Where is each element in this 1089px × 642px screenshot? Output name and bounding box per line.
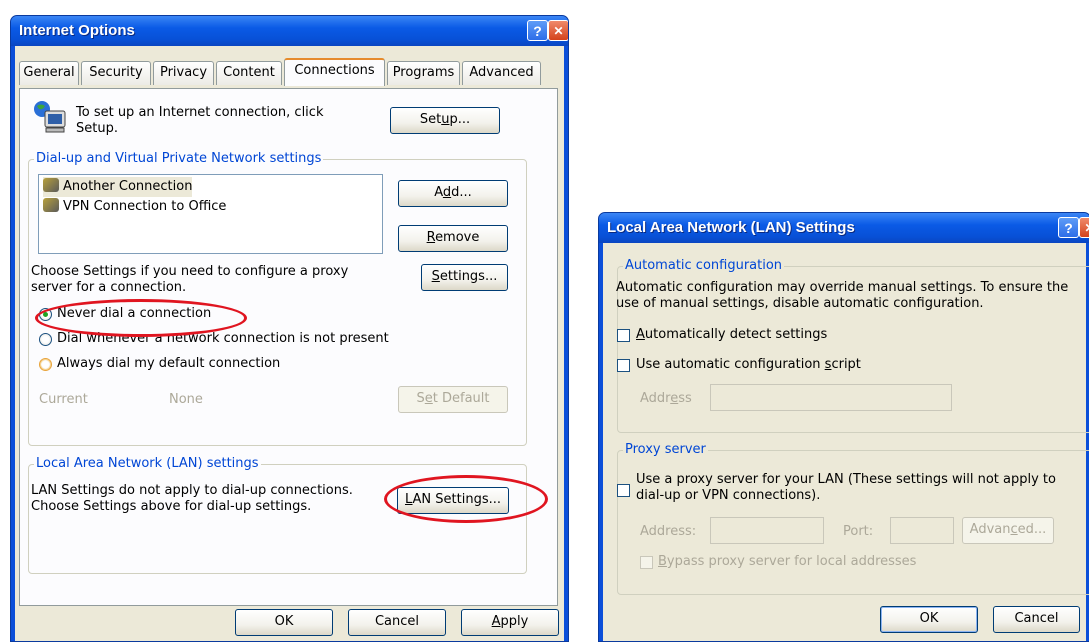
bypass-local-label: Bypass proxy server for local addresses — [658, 554, 917, 569]
current-value: None — [169, 392, 203, 407]
list-item[interactable]: VPN Connection to Office — [43, 197, 226, 217]
list-item[interactable]: Another Connection — [43, 177, 193, 197]
add-button[interactable]: Add... — [398, 180, 508, 207]
settings-button[interactable]: Settings... — [421, 264, 508, 291]
use-proxy-label[interactable]: Use a proxy server for your LAN (These s… — [636, 472, 1056, 504]
port-label: Port: — [843, 524, 874, 539]
cancel-button[interactable]: Cancel — [993, 606, 1080, 633]
tab-connections[interactable]: Connections — [284, 58, 385, 86]
dial-whenever-radio[interactable] — [39, 333, 52, 346]
proxy-group-label: Proxy server — [623, 442, 708, 457]
vpn-connection-icon — [43, 198, 59, 212]
proxy-address-label: Address: — [640, 524, 697, 539]
window-title: Local Area Network (LAN) Settings — [607, 219, 855, 236]
cancel-button[interactable]: Cancel — [348, 609, 446, 636]
lan-settings-group: Local Area Network (LAN) settings LAN Se… — [28, 456, 527, 574]
title-bar[interactable]: Internet Options ? ✕ — [11, 16, 568, 46]
title-bar[interactable]: Local Area Network (LAN) Settings ? ✕ — [599, 213, 1089, 243]
connection-name: Another Connection — [63, 179, 193, 194]
tab-security[interactable]: Security — [81, 61, 151, 85]
auto-script-label[interactable]: Use automatic configuration script — [636, 357, 861, 373]
connections-listbox[interactable]: Another Connection VPN Connection to Off… — [38, 174, 383, 254]
lan-description: LAN Settings do not apply to dial-up con… — [31, 483, 353, 514]
dialog-client-area: Automatic configuration Automatic config… — [603, 243, 1089, 641]
advanced-button: Advanced... — [962, 517, 1054, 544]
tab-strip: General Security Privacy Content Connect… — [19, 58, 559, 89]
never-dial-radio[interactable] — [39, 308, 52, 321]
auto-group-label: Automatic configuration — [623, 258, 785, 273]
tab-advanced[interactable]: Advanced — [462, 61, 541, 85]
auto-script-checkbox[interactable] — [617, 359, 630, 372]
use-proxy-checkbox[interactable] — [617, 484, 630, 497]
ok-button[interactable]: OK — [880, 606, 978, 633]
proxy-server-group: Proxy server Use a proxy server for your… — [617, 442, 1089, 595]
tab-general[interactable]: General — [19, 61, 79, 85]
lan-settings-window: Local Area Network (LAN) Settings ? ✕ Au… — [598, 212, 1089, 642]
set-default-button: Set Default — [398, 386, 508, 413]
proxy-description: Choose Settings if you need to configure… — [31, 264, 349, 295]
close-icon[interactable]: ✕ — [1079, 217, 1089, 238]
proxy-address-field — [710, 517, 824, 544]
help-icon[interactable]: ? — [527, 20, 548, 41]
config-script-address-field — [710, 384, 952, 411]
internet-options-window: Internet Options ? ✕ General Security Pr… — [10, 15, 569, 642]
apply-button[interactable]: Apply — [461, 609, 559, 636]
current-label: Current — [39, 392, 88, 407]
connections-panel: To set up an Internet connection, click … — [19, 88, 558, 606]
connection-name: VPN Connection to Office — [63, 199, 227, 214]
ok-button[interactable]: OK — [235, 609, 333, 636]
never-dial-label[interactable]: Never dial a connection — [57, 306, 211, 322]
help-icon[interactable]: ? — [1058, 217, 1079, 238]
setup-description: To set up an Internet connection, click … — [76, 105, 324, 136]
tab-content[interactable]: Content — [216, 61, 282, 85]
close-icon[interactable]: ✕ — [548, 20, 568, 41]
address-label: Address — [640, 391, 692, 406]
proxy-port-field — [890, 517, 954, 544]
lan-settings-button[interactable]: LAN Settings... — [397, 487, 509, 514]
dial-whenever-label[interactable]: Dial whenever a network connection is no… — [57, 331, 389, 347]
dialup-group-label: Dial-up and Virtual Private Network sett… — [34, 151, 324, 166]
auto-detect-checkbox[interactable] — [617, 329, 630, 342]
dialog-client-area: General Security Privacy Content Connect… — [15, 46, 564, 641]
dialup-vpn-group: Dial-up and Virtual Private Network sett… — [28, 151, 527, 446]
tab-programs[interactable]: Programs — [387, 61, 460, 85]
always-dial-label[interactable]: Always dial my default connection — [57, 356, 280, 372]
automatic-configuration-group: Automatic configuration Automatic config… — [616, 258, 1089, 433]
auto-description: Automatic configuration may override man… — [616, 280, 1069, 311]
auto-detect-label[interactable]: Automatically detect settings — [636, 327, 827, 343]
window-title: Internet Options — [19, 22, 135, 39]
setup-button[interactable]: Setup... — [390, 107, 500, 134]
tab-privacy[interactable]: Privacy — [153, 61, 214, 85]
lan-group-label: Local Area Network (LAN) settings — [34, 456, 261, 471]
bypass-local-checkbox — [640, 556, 653, 569]
network-computer-icon — [34, 101, 66, 133]
always-dial-radio[interactable] — [39, 358, 52, 371]
dialup-connection-icon — [43, 178, 59, 192]
remove-button[interactable]: Remove — [398, 225, 508, 252]
